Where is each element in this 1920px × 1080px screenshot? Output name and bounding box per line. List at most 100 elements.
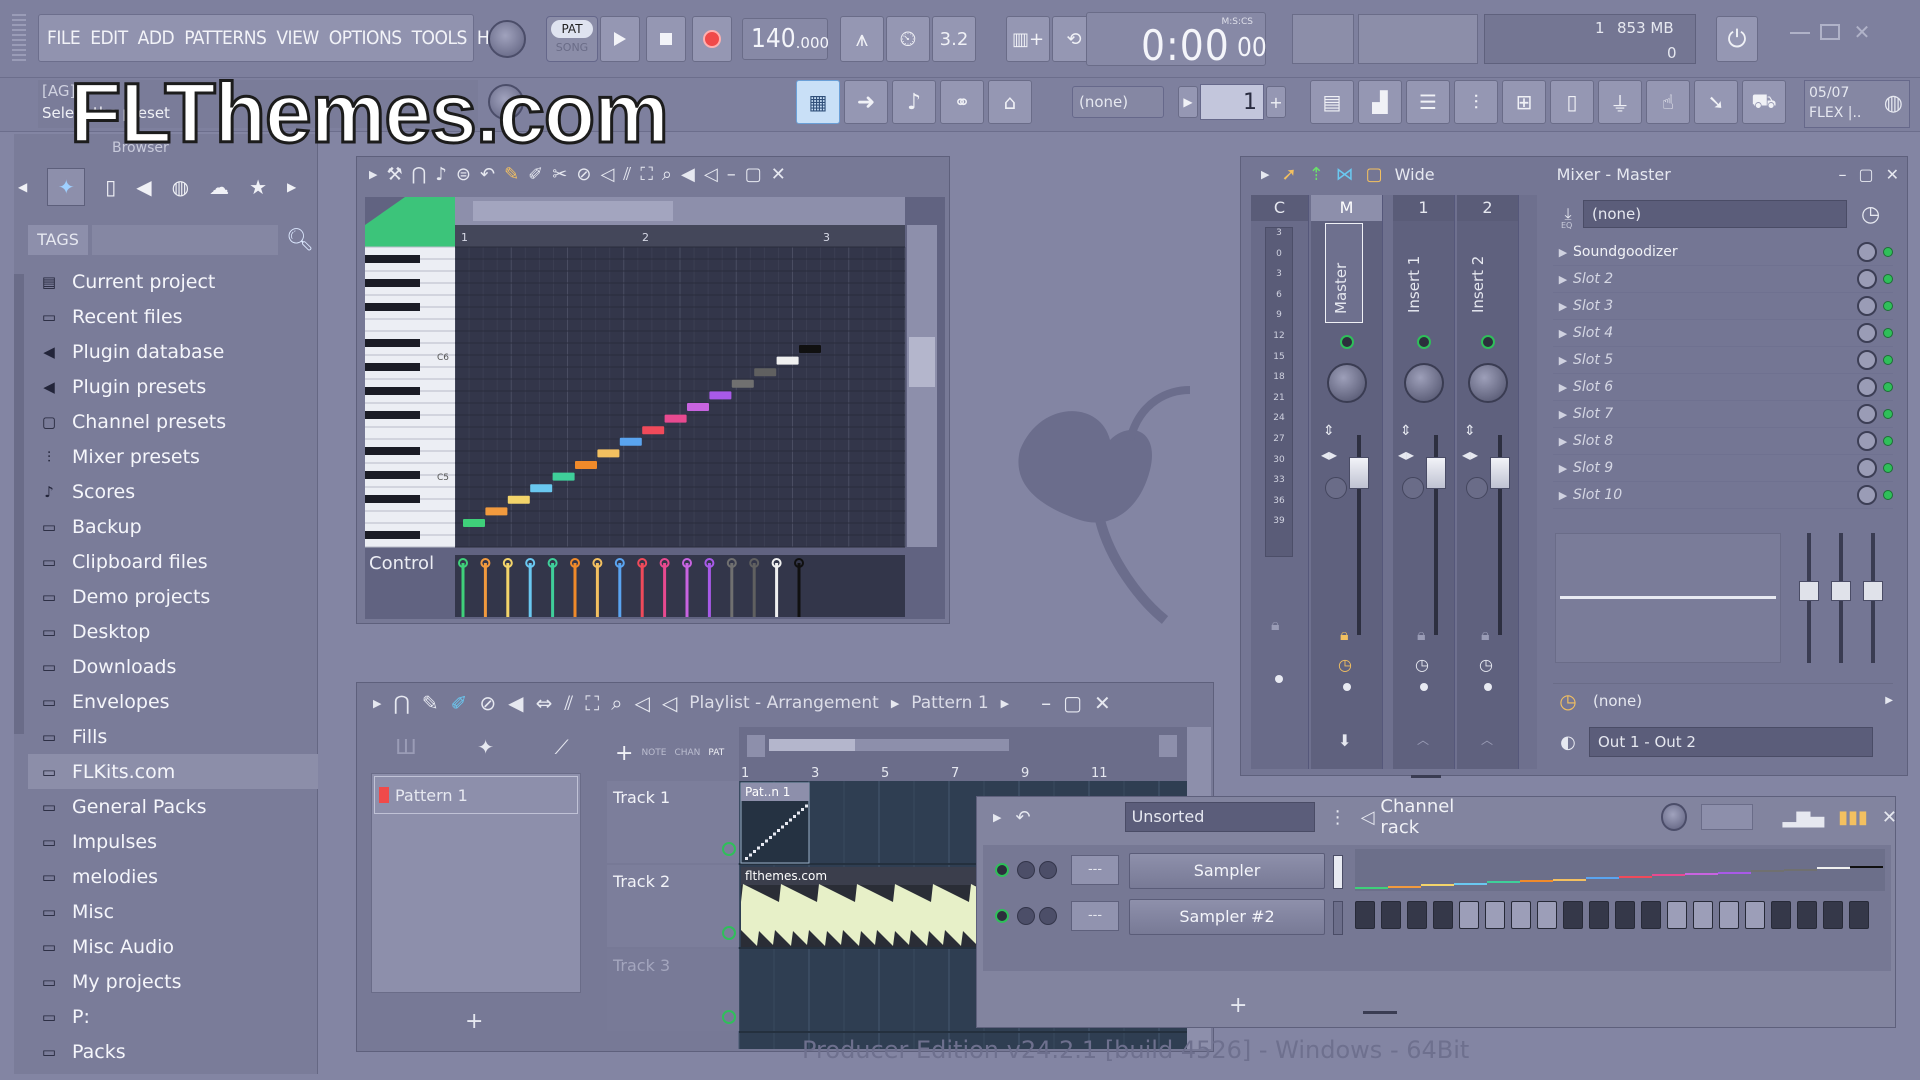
route-dot[interactable] [1275, 675, 1283, 683]
volume-fader[interactable] [1426, 457, 1446, 489]
picker-audio-icon[interactable]: ✦ [477, 735, 494, 759]
scrollbar-thumb[interactable] [909, 337, 935, 387]
magnet-icon[interactable]: ⋂ [393, 691, 409, 715]
slot-enable-led[interactable] [1883, 490, 1893, 500]
news-panel[interactable]: 05/07 FLEX |.. ◍ [1804, 80, 1910, 128]
square-icon[interactable]: ▢ [1366, 164, 1383, 185]
minimize-icon[interactable]: – [727, 164, 736, 185]
channel-volume-knob[interactable] [1017, 861, 1035, 879]
search-icon[interactable]: 🔍︎ [286, 228, 314, 253]
menu-add[interactable]: ADD [138, 27, 175, 49]
browser-item-impulses[interactable]: ▭ Impulses [28, 824, 318, 859]
clock-icon[interactable]: ◷ [1861, 202, 1880, 227]
pattern-crumb[interactable]: Pattern 1 [911, 693, 988, 713]
step-button[interactable] [1641, 901, 1661, 929]
snap-button[interactable]: ➜ [844, 80, 888, 124]
scroll-right-button[interactable] [1159, 735, 1177, 757]
black-key[interactable] [365, 363, 420, 371]
black-key[interactable] [365, 255, 420, 263]
timer-icon[interactable]: ◷ [1479, 655, 1493, 674]
zoom-icon[interactable]: ⌕ [662, 164, 672, 185]
menu-file[interactable]: FILE [47, 27, 81, 49]
black-key[interactable] [365, 411, 420, 419]
browser-item-recent-files[interactable]: ▭ Recent files [28, 299, 318, 334]
delete-icon[interactable]: ✂ [552, 164, 567, 185]
playback-icon[interactable]: ◁ [634, 691, 649, 715]
sidechain-row[interactable]: ◷ (none) ▶ [1553, 683, 1893, 717]
fx-slot-7[interactable]: ▶ Slot 7 [1553, 401, 1893, 428]
black-key[interactable] [365, 279, 420, 287]
overview-thumb[interactable] [769, 739, 855, 751]
speaker-icon[interactable]: ◀ [681, 164, 695, 185]
note[interactable] [799, 345, 821, 353]
pan-knob[interactable] [1404, 363, 1444, 403]
fx-slot-2[interactable]: ▶ Slot 2 [1553, 266, 1893, 293]
step-button[interactable] [1563, 901, 1583, 929]
chevron-left-icon[interactable]: ◀ [18, 180, 27, 194]
note[interactable] [552, 472, 575, 481]
route-dot[interactable] [1420, 683, 1428, 691]
fx-select[interactable]: ⤓ EQ (none) ◷ [1553, 195, 1901, 233]
mix-knob[interactable] [1857, 323, 1877, 343]
channel-pan-knob[interactable] [1039, 861, 1057, 879]
mixer-track-2[interactable]: 2 Insert 2 ⇕ ◂▸ 🔒︎ ◷ ︿ [1457, 195, 1519, 769]
slice-icon[interactable]: ⫽ [564, 691, 573, 715]
playlist-view-button[interactable]: ▦ [796, 80, 840, 124]
note[interactable] [619, 437, 642, 446]
overview-thumb[interactable] [473, 201, 673, 221]
tags-search-input[interactable] [92, 225, 278, 255]
countdown-button[interactable]: 3.2 [932, 16, 976, 62]
step-button[interactable] [1355, 901, 1375, 929]
slip-icon[interactable]: ◁ [600, 164, 614, 185]
bar-ruler[interactable] [455, 225, 905, 247]
play-small-icon[interactable]: ▶ [993, 811, 1001, 824]
browser-item-fills[interactable]: ▭ Fills [28, 719, 318, 754]
picker-automation-icon[interactable]: ⟋ [555, 735, 569, 759]
mix-knob[interactable] [1857, 485, 1877, 505]
note[interactable] [776, 356, 799, 365]
stereo-icon[interactable]: ⇕ [1464, 423, 1476, 439]
store-button[interactable]: ⛟ [1742, 80, 1786, 124]
stamp-icon[interactable]: ⊜ [456, 164, 471, 185]
arrow-up-icon[interactable]: ⇡ [1309, 164, 1324, 185]
browser-item-my-projects[interactable]: ▭ My projects [28, 964, 318, 999]
menu-dots-icon[interactable]: ⋮ [1329, 807, 1347, 828]
step-button[interactable] [1797, 901, 1817, 929]
note-icon[interactable]: ♪ [435, 164, 447, 185]
tab-favorites-icon[interactable]: ★ [249, 175, 267, 199]
step-button[interactable] [1537, 901, 1557, 929]
browser-item-melodies[interactable]: ▭ melodies [28, 859, 318, 894]
black-key[interactable] [365, 339, 420, 347]
tab-web-icon[interactable]: ◍ [172, 175, 189, 199]
speaker-icon[interactable]: ◀ [508, 691, 523, 715]
browser-item-plugin-presets[interactable]: ◀ Plugin presets [28, 369, 318, 404]
time-display[interactable]: M:S:CS 0:00 00 [1086, 12, 1267, 70]
slice-icon[interactable]: ⫽ [623, 164, 631, 185]
step-button[interactable] [1849, 901, 1869, 929]
brush-icon[interactable]: ✐ [451, 691, 468, 715]
mix-knob[interactable] [1857, 404, 1877, 424]
fx-select-box[interactable]: (none) [1583, 200, 1847, 228]
close-icon[interactable]: ✕ [1094, 691, 1111, 715]
mixer-track-select[interactable]: --- [1071, 855, 1119, 885]
tab-plugins-icon[interactable]: ◀ [136, 175, 151, 199]
touch-keyboard-button[interactable]: ☝ [1646, 80, 1690, 124]
browser-item-mixer-presets[interactable]: ⫶ Mixer presets [28, 439, 318, 474]
step-edit-button[interactable]: ▥+ [1006, 16, 1050, 62]
pat-song-toggle[interactable]: PAT SONG [546, 16, 598, 62]
route-dot[interactable] [1484, 683, 1492, 691]
note[interactable] [664, 414, 687, 423]
control-lane[interactable] [455, 555, 905, 617]
black-key[interactable] [365, 447, 420, 455]
mix-knob[interactable] [1857, 458, 1877, 478]
arrow-down-icon[interactable]: ⬇ [1338, 731, 1351, 750]
timer-icon[interactable]: ◷ [1415, 655, 1429, 674]
close-icon[interactable]: ✕ [771, 164, 786, 185]
fx-slot-5[interactable]: ▶ Slot 5 [1553, 347, 1893, 374]
swap-icon[interactable]: ◂▸ [1321, 445, 1337, 464]
stereo-icon[interactable]: ⇕ [1400, 423, 1412, 439]
picker-add-button[interactable]: + [465, 1009, 483, 1034]
graph-editor[interactable] [1355, 849, 1885, 891]
drag-handle[interactable] [12, 14, 26, 62]
play-small-icon[interactable]: ▶ [1261, 168, 1269, 181]
